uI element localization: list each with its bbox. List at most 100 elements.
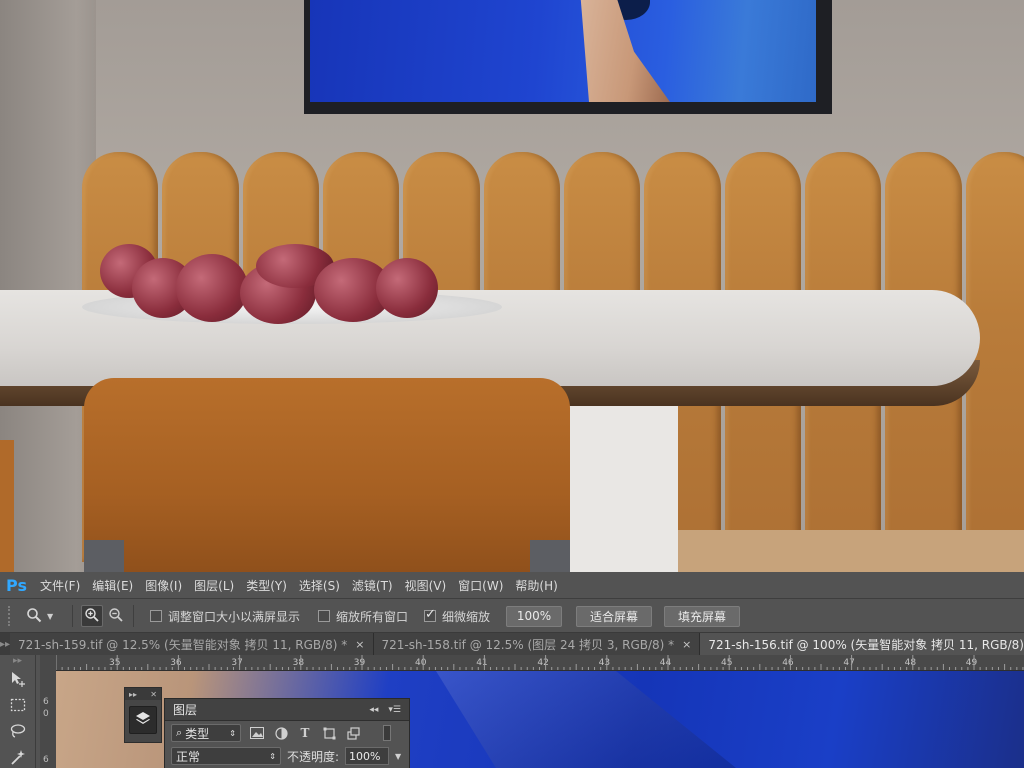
opacity-value: 100% (349, 749, 381, 763)
zoom-all-windows-checkbox[interactable]: 缩放所有窗口 (318, 608, 408, 625)
search-icon: ⌕ (176, 726, 183, 739)
filter-kind-select[interactable]: ⌕ 类型 ⇕ (171, 724, 241, 742)
smart-object-filter-icon[interactable] (345, 725, 361, 741)
menu-type[interactable]: 类型(Y) (240, 577, 293, 594)
document-tabs: ▸▸ 721-sh-159.tif @ 12.5% (矢量智能对象 拷贝 11,… (0, 633, 1024, 655)
zoom-out-icon (108, 607, 124, 626)
scrubby-zoom-checkbox[interactable]: 细微缩放 (424, 607, 491, 625)
fruit (176, 254, 248, 322)
layers-panel-button[interactable] (129, 706, 157, 734)
ruler-label: 47 (843, 658, 854, 668)
options-grip[interactable] (8, 606, 16, 626)
checkbox-box (318, 610, 331, 622)
checkbox-box (150, 610, 162, 622)
document-photo (0, 0, 1024, 572)
tab-document[interactable]: 721-sh-159.tif @ 12.5% (矢量智能对象 拷贝 11, RG… (10, 633, 374, 655)
zoom-in-button[interactable] (81, 605, 103, 627)
image-filter-icon[interactable] (249, 725, 265, 741)
rectangular-marquee-icon (9, 696, 27, 717)
ruler-origin[interactable] (40, 655, 56, 671)
filter-kind-value: 类型 (185, 726, 210, 741)
fruit (376, 258, 438, 318)
fill-screen-button[interactable]: 填充屏幕 (664, 605, 741, 627)
blend-mode-value: 正常 (176, 749, 201, 764)
ruler-label: 44 (660, 658, 672, 668)
lasso-tool[interactable] (0, 719, 36, 745)
fit-screen-button[interactable]: 适合屏幕 (576, 605, 653, 627)
blend-mode-select[interactable]: 正常 ⇕ (171, 747, 281, 765)
menu-filter[interactable]: 滤镜(T) (346, 577, 399, 594)
close-icon[interactable]: × (355, 638, 364, 651)
menu-layer[interactable]: 图层(L) (188, 577, 240, 594)
picture-frame (304, 0, 832, 114)
adjustment-filter-icon[interactable] (273, 725, 289, 741)
painting (310, 0, 816, 102)
close-icon[interactable]: ✕ (150, 690, 157, 699)
zoom-100-button[interactable]: 100% (506, 605, 563, 627)
marquee-tool[interactable] (0, 693, 36, 719)
collapse-icon[interactable]: ◂◂ (369, 705, 378, 715)
magic-wand-tool[interactable] (0, 745, 36, 768)
panel-menu-icon[interactable]: ▾☰ (388, 705, 401, 715)
toolbar-collapse-icon[interactable]: ▸▸ (0, 655, 35, 667)
options-bar: ▼ 调整窗口大小以满屏显示 缩放所有窗口 细微缩放 100% 适合屏幕 填充屏幕 (0, 600, 1024, 633)
zoom-out-button[interactable] (105, 605, 127, 627)
chevron-down-icon[interactable]: ▼ (395, 752, 401, 761)
tab-document[interactable]: 721-sh-158.tif @ 12.5% (图层 24 拷贝 3, RGB/… (373, 633, 701, 655)
app-logo: Ps (6, 575, 27, 595)
blend-row: 正常 ⇕ 不透明度: 100% ▼ (165, 745, 409, 767)
tab-label: 721-sh-156.tif @ 100% (矢量智能对象 拷贝 11, RGB… (708, 637, 1024, 652)
ruler-label: 38 (293, 658, 305, 668)
tabs-collapse-icon[interactable]: ▸▸ (0, 633, 10, 655)
ruler-label: 43 (599, 658, 610, 668)
layers-icon (134, 710, 152, 731)
checkbox-box-checked (424, 607, 437, 622)
menu-edit[interactable]: 编辑(E) (86, 577, 139, 594)
ruler-v-label: 6 (43, 697, 49, 707)
panel-title: 图层 (173, 703, 198, 717)
collapsed-panel-dock: ▸▸ ✕ (124, 687, 162, 743)
zoom-in-icon (84, 607, 100, 626)
menu-view[interactable]: 视图(V) (399, 577, 453, 594)
tools-panel: ▸▸ (0, 655, 36, 768)
opacity-input[interactable]: 100% (345, 747, 390, 765)
close-icon[interactable]: × (682, 638, 691, 651)
ruler-v-label: 6 (43, 755, 49, 765)
ruler-label: 46 (782, 658, 794, 668)
resize-windows-checkbox[interactable]: 调整窗口大小以满屏显示 (150, 608, 300, 625)
ruler-label: 37 (231, 658, 242, 668)
checkbox-label: 调整窗口大小以满屏显示 (168, 609, 301, 624)
filter-toggle-switch[interactable] (383, 725, 391, 741)
leather-chair (84, 378, 570, 572)
layers-panel: 图层 ◂◂ ▾☰ ⌕ 类型 ⇕ T 正常 ⇕ 不透明度: 100% ▼ (164, 698, 410, 768)
menu-bar: Ps 文件(F) 编辑(E) 图像(I) 图层(L) 类型(Y) 选择(S) 滤… (0, 572, 1024, 599)
tab-label: 721-sh-158.tif @ 12.5% (图层 24 拷贝 3, RGB/… (381, 637, 675, 652)
tab-label: 721-sh-159.tif @ 12.5% (矢量智能对象 拷贝 11, RG… (18, 637, 348, 652)
menu-help[interactable]: 帮助(H) (509, 577, 563, 594)
ruler-label: 45 (721, 658, 732, 668)
shape-filter-icon[interactable] (321, 725, 337, 741)
menu-window[interactable]: 窗口(W) (452, 577, 509, 594)
menu-file[interactable]: 文件(F) (34, 577, 86, 594)
tab-document-active[interactable]: 721-sh-156.tif @ 100% (矢量智能对象 拷贝 11, RGB… (700, 633, 1024, 655)
layer-filter-row: ⌕ 类型 ⇕ T (165, 721, 409, 745)
ruler-label: 35 (109, 658, 120, 668)
ruler-label: 36 (170, 658, 182, 668)
tool-preset-picker[interactable]: ▼ (26, 607, 66, 626)
magic-wand-icon (9, 748, 27, 768)
move-icon (9, 670, 27, 691)
ruler-label: 39 (354, 658, 366, 668)
type-filter-icon[interactable]: T (297, 725, 313, 741)
horizontal-ruler[interactable]: 35363738394041424344454647484950 (56, 655, 1024, 671)
layers-panel-header[interactable]: 图层 ◂◂ ▾☰ (165, 699, 409, 721)
zoom-icon (26, 607, 42, 626)
ruler-label: 41 (476, 658, 487, 668)
menu-select[interactable]: 选择(S) (293, 577, 346, 594)
move-tool[interactable] (0, 667, 36, 693)
expand-icon[interactable]: ▸▸ (129, 690, 137, 699)
ruler-label: 48 (905, 658, 917, 668)
checkbox-label: 细微缩放 (442, 609, 491, 624)
menu-image[interactable]: 图像(I) (139, 577, 188, 594)
vertical-ruler[interactable]: 6 0 6 (40, 671, 56, 768)
ruler-label: 40 (415, 658, 427, 668)
